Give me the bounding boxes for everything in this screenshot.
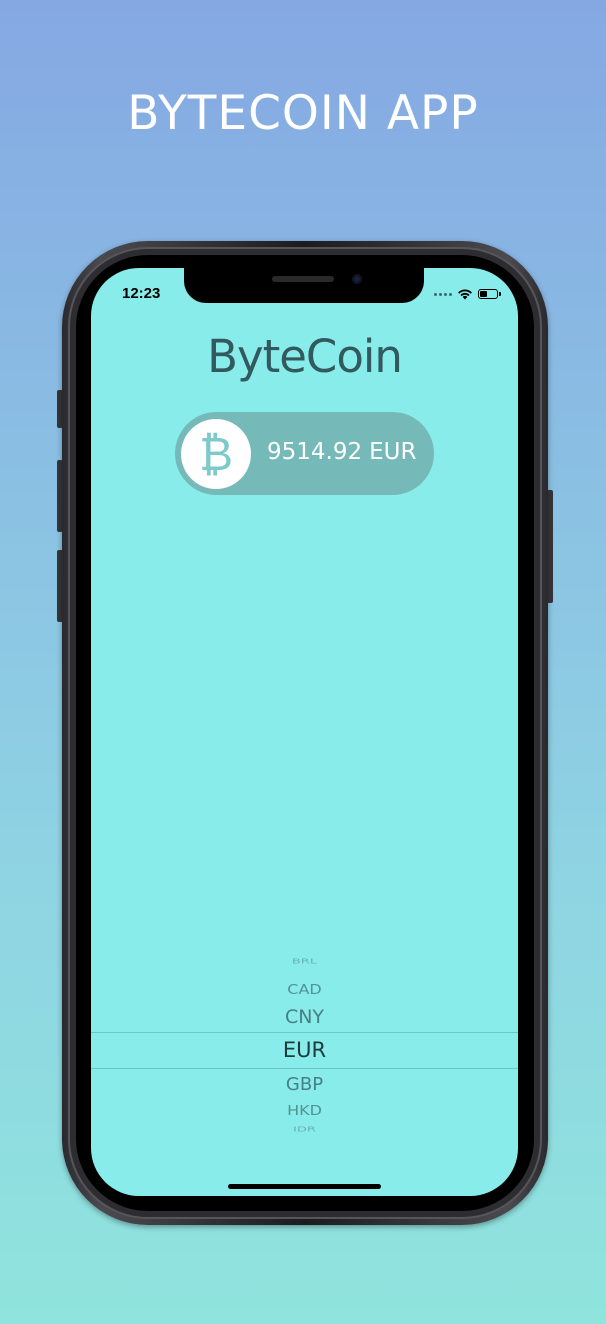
- phone-screen: 12:23 ByteCoin ₿ 9514.92 EUR BRL CAD CNY …: [91, 268, 518, 1196]
- home-indicator[interactable]: [228, 1184, 381, 1189]
- signal-icon: [434, 292, 452, 296]
- picker-item-selected[interactable]: EUR: [91, 1038, 518, 1062]
- price-display: ₿ 9514.92 EUR: [175, 412, 434, 495]
- picker-selection-top-line: [91, 1032, 518, 1033]
- front-camera-icon: [352, 274, 362, 284]
- picker-item[interactable]: GBP: [91, 1074, 518, 1095]
- price-currency: EUR: [369, 439, 417, 465]
- picker-item[interactable]: BRL: [91, 957, 518, 965]
- speaker-grille: [272, 276, 334, 282]
- status-time: 12:23: [122, 285, 161, 302]
- price-value: 9514.92: [267, 439, 363, 465]
- picker-item[interactable]: IDR: [91, 1125, 518, 1133]
- battery-icon: [478, 289, 501, 299]
- notch: [184, 268, 424, 303]
- app-title: ByteCoin: [207, 330, 403, 383]
- status-icons: [434, 286, 501, 302]
- wifi-icon: [458, 289, 472, 300]
- page-title: BYTECOIN APP: [127, 86, 479, 141]
- svg-text:₿: ₿: [199, 428, 233, 480]
- picker-selection-bottom-line: [91, 1068, 518, 1069]
- bitcoin-icon: ₿: [181, 419, 251, 489]
- picker-item[interactable]: CNY: [91, 1006, 518, 1028]
- currency-picker[interactable]: BRL CAD CNY EUR GBP HKD IDR: [91, 954, 518, 1144]
- picker-item[interactable]: CAD: [91, 981, 518, 997]
- picker-item[interactable]: HKD: [91, 1102, 518, 1118]
- price-text: 9514.92 EUR: [267, 439, 416, 465]
